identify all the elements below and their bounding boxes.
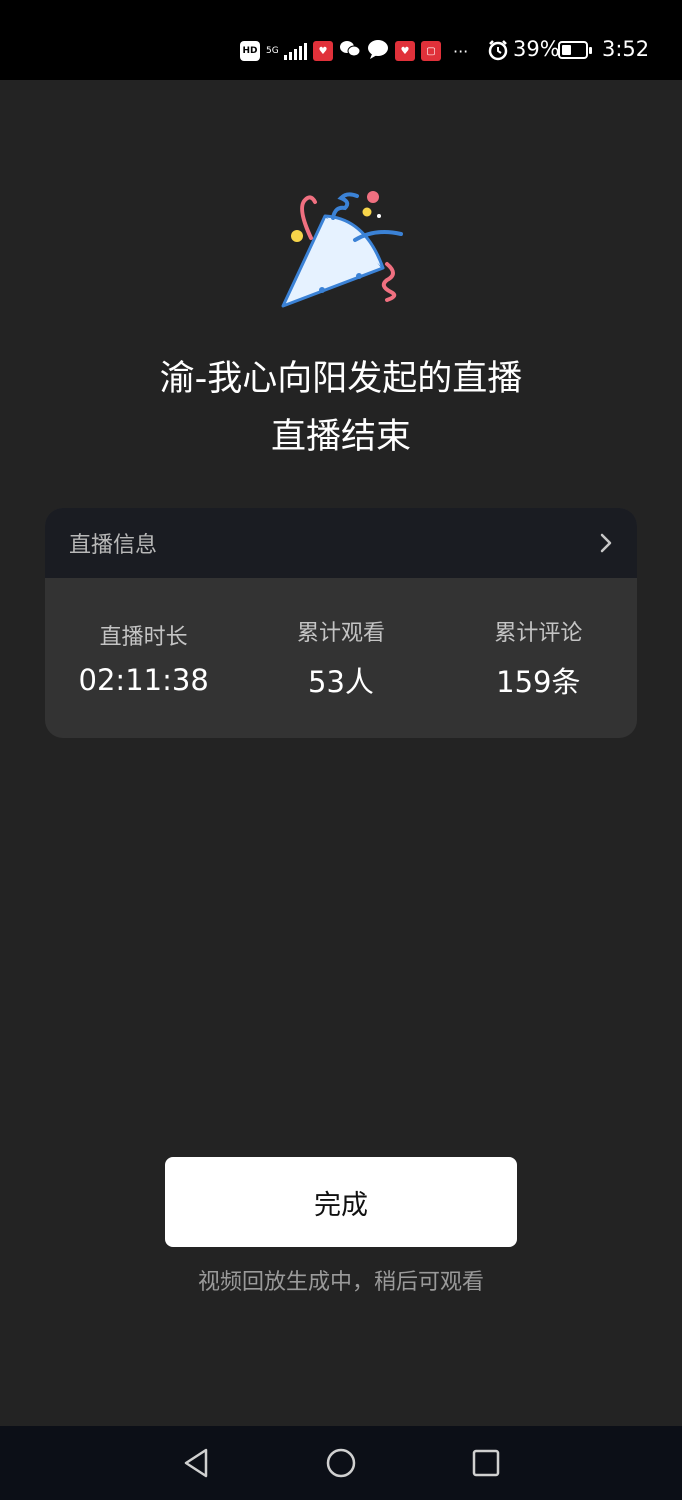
replay-generating-note: 视频回放生成中，稍后可观看: [197, 1270, 484, 1295]
app-notification-icon: ♥: [313, 41, 333, 61]
status-icons: HD 5G ♥ ♥ ▢ ···: [240, 38, 468, 64]
stat-duration-label: 直播时长: [99, 625, 188, 650]
home-circle-icon[interactable]: [320, 1442, 362, 1484]
alarm-icon: [487, 39, 509, 65]
stat-viewers-value: 53人: [308, 665, 374, 699]
live-info-card: 直播信息 直播时长 02:11:38 累计观看 53人 累计评论 159条: [45, 508, 637, 738]
stat-comments: 累计评论 159条: [440, 615, 637, 701]
app-notification-icon-3: ▢: [421, 41, 441, 61]
more-notifications-icon: ···: [453, 41, 469, 61]
back-triangle-icon[interactable]: [175, 1442, 217, 1484]
status-bar: HD 5G ♥ ♥ ▢ ··· 39% 3:52: [0, 0, 682, 80]
host-live-title: 渝-我心向阳发起的直播: [159, 359, 523, 399]
system-nav-bar: [0, 1426, 682, 1500]
stat-duration: 直播时长 02:11:38: [45, 619, 242, 697]
signal-icon: [284, 42, 307, 60]
live-info-header-label: 直播信息: [69, 533, 158, 558]
message-icon: [367, 39, 389, 63]
network-type-icon: 5G: [266, 45, 279, 56]
live-stats: 直播时长 02:11:38 累计观看 53人 累计评论 159条: [45, 578, 637, 738]
wechat-icon: [339, 39, 361, 63]
stat-duration-value: 02:11:38: [78, 663, 209, 697]
stat-viewers-label: 累计观看: [296, 621, 385, 646]
hd-icon: HD: [240, 41, 260, 61]
battery-level: [562, 45, 571, 55]
chevron-right-icon: [599, 532, 613, 554]
app-notification-icon-2: ♥: [395, 41, 415, 61]
stat-viewers: 累计观看 53人: [242, 615, 439, 701]
live-ended-label: 直播结束: [270, 417, 411, 457]
live-info-header[interactable]: 直播信息: [45, 508, 637, 578]
clock: 3:52: [602, 37, 650, 61]
live-end-title: 渝-我心向阳发起的直播 直播结束: [0, 350, 682, 466]
stat-comments-label: 累计评论: [494, 621, 583, 646]
recents-square-icon[interactable]: [465, 1442, 507, 1484]
battery-percent: 39%: [513, 37, 560, 61]
done-button[interactable]: 完成: [165, 1157, 517, 1247]
party-popper-icon: [275, 188, 407, 314]
stat-comments-value: 159条: [496, 665, 581, 699]
battery-icon: [558, 41, 592, 59]
